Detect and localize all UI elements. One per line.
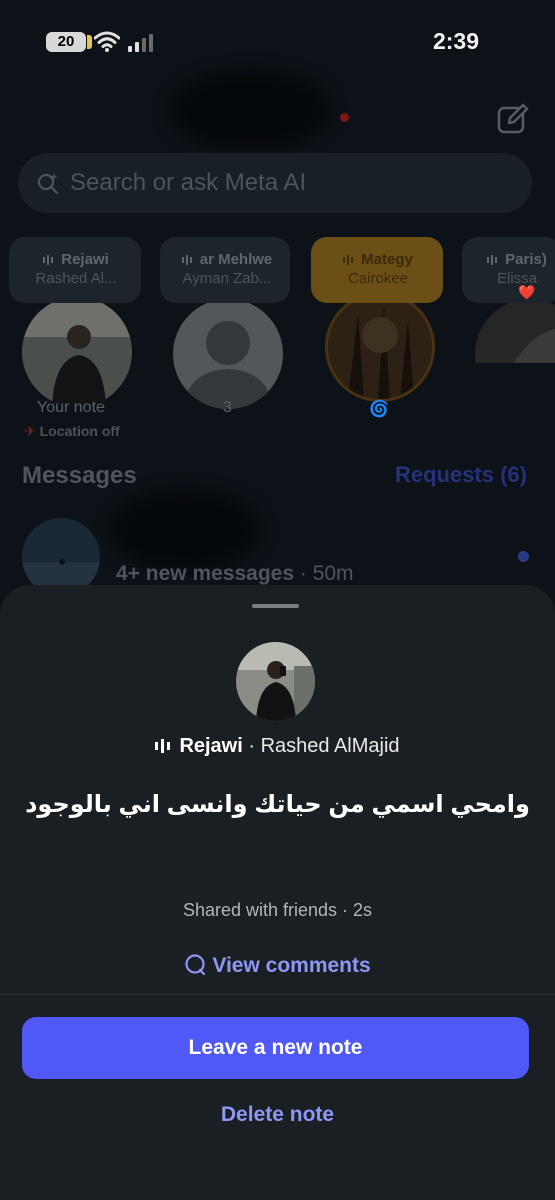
avatar [475, 299, 555, 363]
note-bubble: ar Mehlwe Ayman Zab... [160, 237, 290, 303]
search-bar[interactable]: Search or ask Meta AI [18, 153, 532, 213]
note-bubble: Rejawi Rashed Al... [9, 237, 141, 303]
view-comments-link[interactable]: View comments [0, 954, 555, 978]
wifi-icon [94, 31, 120, 52]
music-bars-icon [43, 255, 54, 265]
meta-ai-search-icon [37, 173, 59, 195]
avatar [325, 292, 435, 402]
note-owner-label: Your note [37, 399, 105, 416]
music-bars-icon [343, 255, 354, 265]
comment-icon [185, 954, 206, 976]
note-song-artist: Elissa [496, 270, 537, 287]
heart-emoji: ❤️ [518, 284, 536, 300]
signal-icon [128, 34, 153, 52]
sheet-drag-handle[interactable] [252, 604, 299, 608]
search-placeholder: Search or ask Meta AI [70, 169, 307, 196]
status-dot [340, 113, 349, 122]
avatar [173, 299, 283, 409]
note-owner-label: 3 [223, 399, 232, 416]
status-bar: 20 2:39 [0, 0, 555, 80]
leave-new-note-button[interactable]: Leave a new note [22, 1017, 529, 1079]
note-song-title: Paris) [505, 251, 547, 268]
note-bubble: Paris) Elissa ❤️ [462, 237, 555, 303]
note-song-title: ar Mehlwe [199, 251, 273, 268]
note-song-artist: Cairokee [347, 270, 409, 287]
song-title: Rejawi [179, 735, 243, 757]
note-friend-2[interactable]: ar Mehlwe Ayman Zab... 3 [160, 237, 290, 416]
music-bars-icon [181, 255, 192, 265]
blurred-username [170, 70, 330, 150]
delete-note-button[interactable]: Delete note [0, 1103, 555, 1127]
unread-dot [518, 551, 529, 562]
avatar [22, 297, 132, 407]
song-artist: Rashed AlMajid [260, 735, 400, 757]
note-friend-3[interactable]: Mategy Cairokee 🌀 [311, 237, 443, 418]
location-off-label: ✈ Location off [24, 423, 120, 439]
note-song-title: Rejawi [61, 251, 109, 268]
battery-indicator: 20 [46, 32, 92, 52]
location-off-icon: ✈ [24, 423, 36, 439]
clock: 2:39 [432, 28, 479, 54]
conversation-preview[interactable]: 4+ new messages · 50m [116, 562, 354, 586]
blurred-conversation-name [110, 490, 260, 570]
messages-heading: Messages [22, 462, 137, 489]
requests-link[interactable]: Requests (6) [395, 462, 527, 488]
note-song-line: Rejawi · Rashed AlMajid [0, 735, 555, 758]
music-bars-icon [487, 255, 498, 265]
divider [0, 994, 555, 995]
note-bubble: Mategy Cairokee [311, 237, 443, 303]
note-friend-4[interactable]: Paris) Elissa ❤️ 👷 [462, 237, 555, 363]
note-detail-sheet: Rejawi · Rashed AlMajid وامحي اسمي من حي… [0, 585, 555, 1200]
shared-status: Shared with friends · 2s [182, 900, 373, 920]
note-song-title: Mategy [361, 251, 413, 268]
note-author-avatar [236, 642, 315, 721]
note-song-artist: Rashed Al... [35, 270, 117, 287]
note-song-artist: Ayman Zab... [182, 270, 272, 287]
compose-icon[interactable] [496, 102, 530, 136]
music-bars-icon [155, 739, 171, 753]
note-text: وامحي اسمي من حياتك وانسى اني بالوجود [25, 791, 530, 818]
note-owner-label: 🌀 [369, 401, 389, 418]
